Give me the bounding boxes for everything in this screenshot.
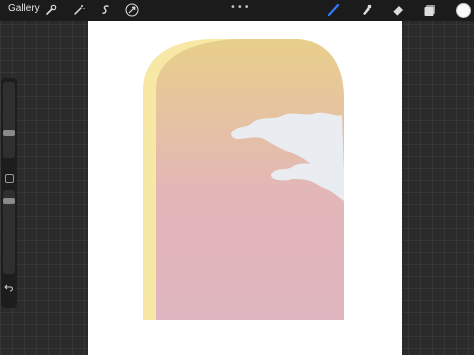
wrench-icon [46, 4, 57, 15]
actions-more-button[interactable]: ••• [230, 2, 251, 13]
opacity-slider[interactable] [3, 190, 15, 274]
gallery-button[interactable]: Gallery [8, 3, 40, 14]
artwork [143, 39, 344, 320]
smudge-button[interactable] [358, 2, 374, 18]
opacity-knob[interactable] [3, 198, 15, 204]
brush-icon [327, 3, 340, 17]
brush-size-slider[interactable] [3, 82, 15, 158]
adjustments-button[interactable] [44, 3, 58, 17]
smudge-icon [363, 4, 372, 15]
left-sidebar [1, 78, 17, 308]
color-swatch[interactable] [456, 3, 471, 18]
selection-button[interactable] [99, 3, 113, 17]
wand-icon [74, 5, 85, 15]
layers-button[interactable] [422, 2, 438, 18]
brush-size-knob[interactable] [3, 130, 15, 136]
modify-button[interactable] [5, 174, 14, 183]
layers-icon [424, 5, 435, 16]
top-toolbar: Gallery ••• [0, 0, 474, 21]
eraser-icon [392, 6, 403, 17]
transform-button[interactable] [125, 3, 139, 17]
drawing-canvas[interactable] [88, 21, 402, 355]
brush-button[interactable] [326, 2, 342, 18]
undo-icon[interactable] [4, 282, 14, 292]
magic-wand-button[interactable] [72, 3, 86, 17]
cursor-arrow-icon [125, 3, 139, 17]
selection-icon [102, 5, 109, 14]
eraser-button[interactable] [390, 2, 406, 18]
